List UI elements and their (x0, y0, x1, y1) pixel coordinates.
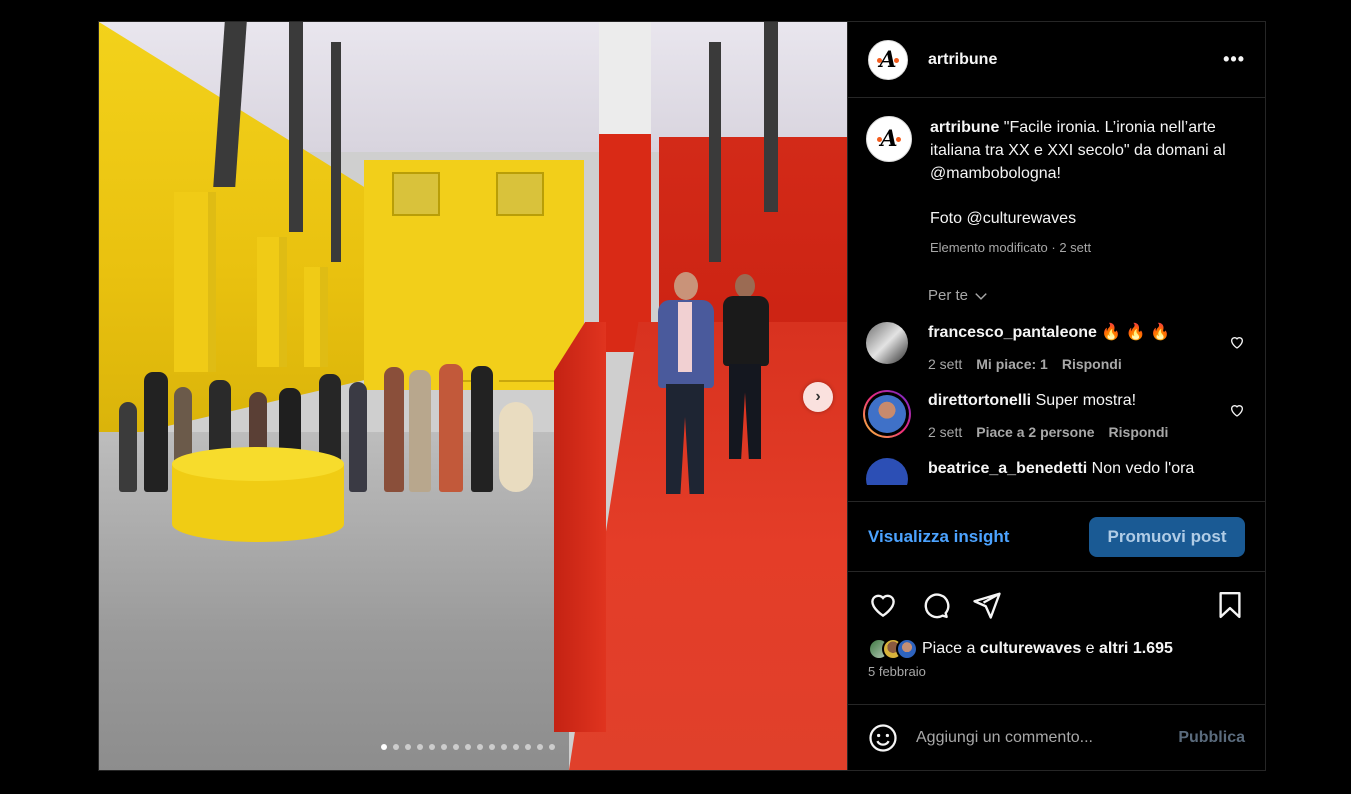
carousel-dot (381, 744, 387, 750)
carousel-dot (477, 744, 483, 750)
comment-item: direttortonelli Super mostra! 2 sett Pia… (866, 390, 1245, 440)
avatar[interactable] (863, 390, 911, 438)
caption-username[interactable]: artribune (930, 119, 999, 136)
caption: A artribune "Facile ironia. L’ironia nel… (866, 116, 1245, 259)
comment-time: 2 sett (928, 356, 963, 372)
carousel-dot (429, 744, 435, 750)
promote-post-button[interactable]: Promuovi post (1089, 516, 1245, 557)
carousel-dot (525, 744, 531, 750)
likes-summary[interactable]: Piace a culturewaves e altri 1.695 (848, 638, 1265, 660)
carousel-dot (501, 744, 507, 750)
heart-icon[interactable] (1229, 334, 1245, 350)
carousel-dots (381, 744, 555, 750)
carousel-dot (549, 744, 555, 750)
carousel-dot (405, 744, 411, 750)
caption-meta: Elemento modificato · 2 sett (930, 240, 1092, 255)
artribune-logo-icon: A (880, 126, 898, 152)
comment-text: 🔥 🔥 🔥 (1101, 324, 1171, 341)
comment-likes[interactable]: Mi piace: 1 (976, 356, 1048, 372)
post-modal: › A artribune ••• A artribune "Facile ir… (98, 21, 1266, 771)
avatar[interactable]: A (866, 116, 912, 162)
comment-likes[interactable]: Piace a 2 persone (976, 424, 1094, 440)
comments-list[interactable]: A artribune "Facile ironia. L’ironia nel… (848, 98, 1265, 502)
comment-time: 2 sett (928, 424, 963, 440)
share-icon[interactable] (972, 590, 1002, 620)
per-te-label: Per te (928, 287, 969, 304)
comment-item: francesco_pantaleone 🔥 🔥 🔥 2 sett Mi pia… (866, 322, 1245, 372)
carousel-dot (465, 744, 471, 750)
view-insights-link[interactable]: Visualizza insight (868, 527, 1009, 547)
liker-avatars (868, 638, 918, 660)
post-header: A artribune ••• (848, 22, 1265, 98)
per-te-filter[interactable]: Per te (928, 287, 1245, 304)
carousel-dot (417, 744, 423, 750)
post-date: 5 febbraio (868, 664, 926, 679)
comment-username[interactable]: direttortonelli (928, 392, 1031, 409)
reply-button[interactable]: Rispondi (1062, 356, 1122, 372)
likes-others[interactable]: altri 1.695 (1099, 640, 1173, 658)
comment-text: Non vedo l'ora (1091, 460, 1195, 477)
avatar[interactable]: A (868, 39, 908, 80)
comment-input[interactable] (916, 728, 1156, 747)
publish-button[interactable]: Pubblica (1178, 729, 1245, 747)
reply-button[interactable]: Rispondi (1109, 424, 1169, 440)
carousel-dot (537, 744, 543, 750)
avatar[interactable] (866, 322, 908, 364)
comment-icon[interactable] (920, 590, 950, 620)
action-bar (848, 572, 1265, 638)
chevron-down-icon (975, 292, 987, 300)
promo-bar: Visualizza insight Promuovi post (848, 502, 1265, 572)
heart-icon[interactable] (868, 590, 898, 620)
caption-credit: Foto @culturewaves (930, 210, 1077, 227)
emoji-icon[interactable] (868, 723, 898, 753)
carousel-dot (441, 744, 447, 750)
comment-username[interactable]: beatrice_a_benedetti (928, 460, 1087, 477)
likes-prefix: Piace a (922, 640, 976, 657)
header-username[interactable]: artribune (928, 51, 997, 69)
bookmark-icon[interactable] (1215, 590, 1245, 620)
comment-composer: Pubblica (848, 704, 1265, 770)
comment-text: Super mostra! (1035, 392, 1137, 409)
likes-joiner: e (1085, 640, 1095, 657)
carousel-dot (513, 744, 519, 750)
heart-icon[interactable] (1229, 402, 1245, 418)
post-sidebar: A artribune ••• A artribune "Facile iron… (847, 22, 1265, 770)
carousel-dot (489, 744, 495, 750)
likes-user[interactable]: culturewaves (980, 640, 1081, 658)
carousel-dot (453, 744, 459, 750)
comment-username[interactable]: francesco_pantaleone (928, 324, 1097, 341)
carousel-dot (393, 744, 399, 750)
chevron-right-icon: › (815, 388, 821, 405)
post-photo[interactable]: › (99, 22, 847, 770)
more-icon[interactable]: ••• (1223, 49, 1245, 70)
carousel-next-button[interactable]: › (803, 382, 833, 412)
